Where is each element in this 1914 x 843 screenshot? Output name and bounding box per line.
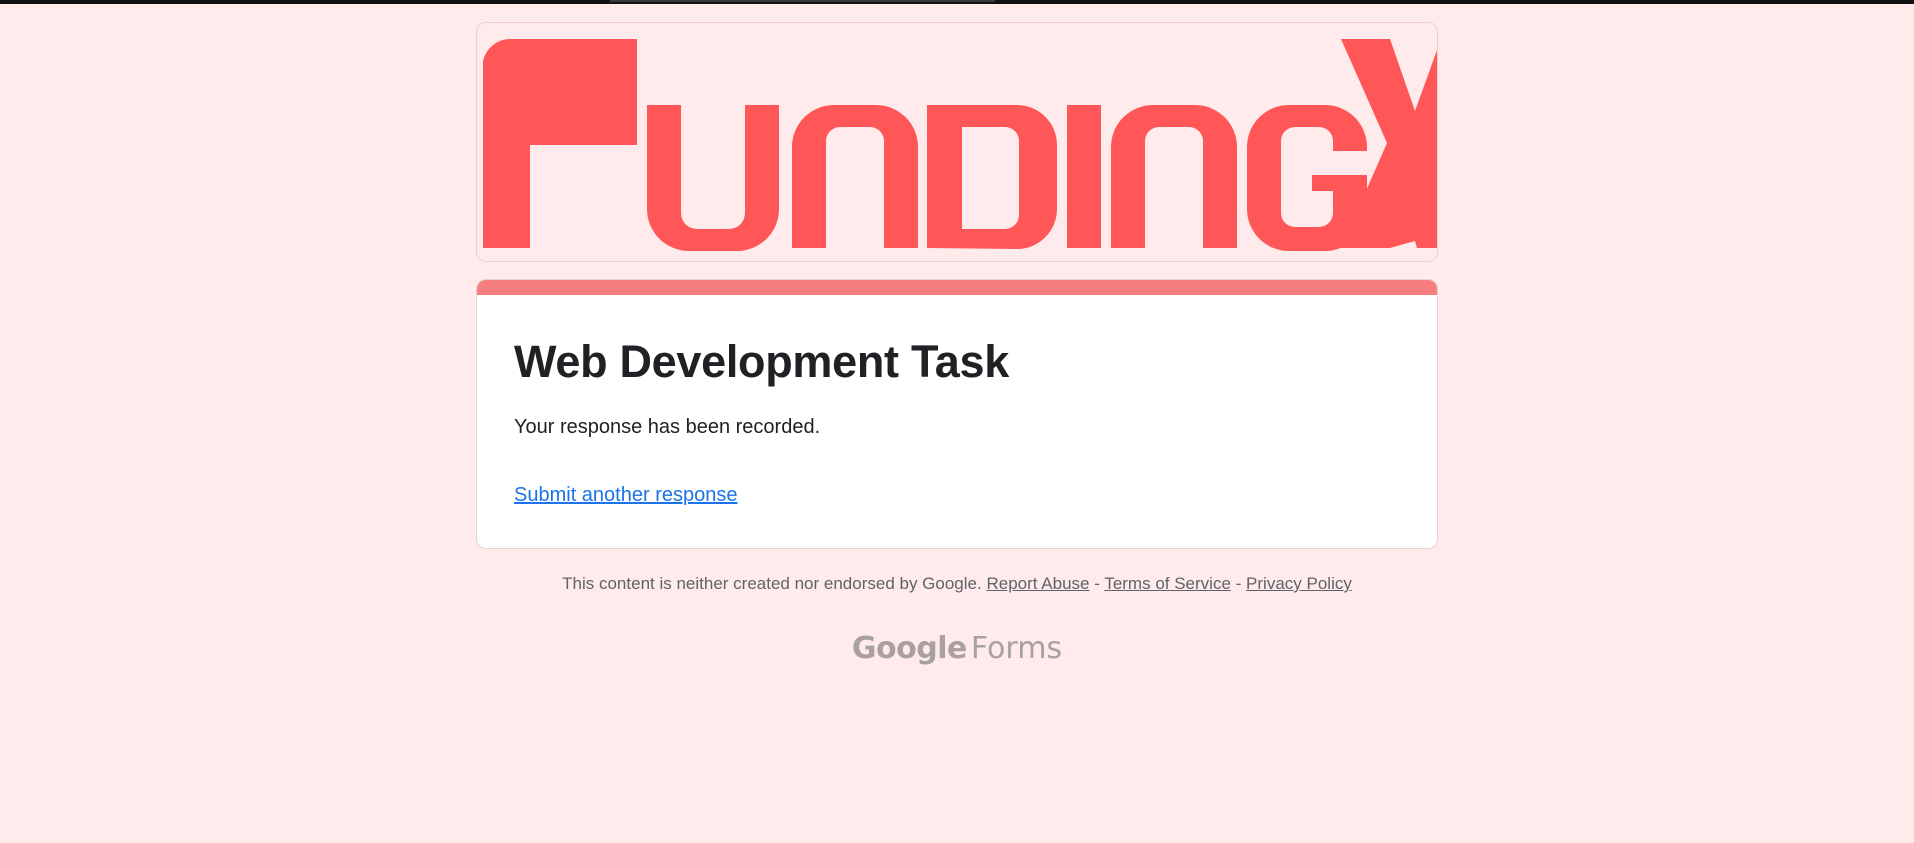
report-abuse-link[interactable]: Report Abuse bbox=[986, 574, 1089, 593]
confirmation-card: Web Development Task Your response has b… bbox=[476, 279, 1438, 549]
confirmation-message: Your response has been recorded. bbox=[514, 416, 821, 438]
footer-separator: - bbox=[1094, 574, 1100, 593]
header-banner bbox=[476, 22, 1438, 262]
form-title: Web Development Task bbox=[514, 336, 1009, 387]
browser-top-bar bbox=[0, 0, 1914, 4]
disclaimer-text: This content is neither created nor endo… bbox=[562, 574, 982, 593]
theme-accent-strip bbox=[477, 280, 1437, 295]
fundingx-logo bbox=[483, 38, 1437, 251]
submit-another-response-link[interactable]: Submit another response bbox=[514, 482, 737, 508]
google-forms-logo[interactable]: Google Forms bbox=[476, 632, 1438, 666]
footer-separator: - bbox=[1235, 574, 1242, 593]
google-wordmark: Google bbox=[851, 631, 967, 666]
forms-wordmark: Forms bbox=[970, 631, 1063, 666]
terms-of-service-link[interactable]: Terms of Service bbox=[1104, 574, 1231, 593]
scroll-indicator bbox=[610, 0, 995, 2]
confirmation-body: Web Development Task Your response has b… bbox=[477, 295, 1437, 548]
form-page: Web Development Task Your response has b… bbox=[476, 22, 1438, 666]
privacy-policy-link[interactable]: Privacy Policy bbox=[1246, 574, 1352, 593]
footer: This content is neither created nor endo… bbox=[476, 573, 1438, 595]
